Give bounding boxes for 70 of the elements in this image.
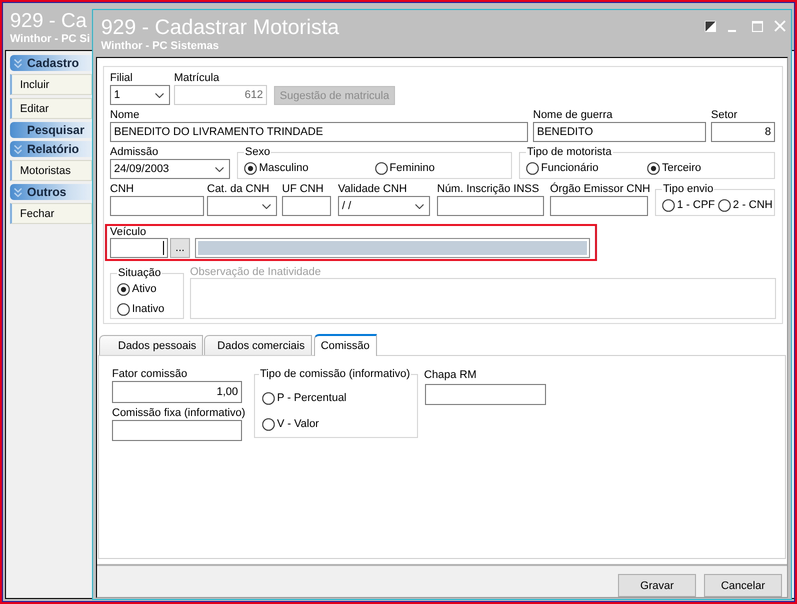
caret-icon bbox=[262, 204, 271, 208]
window-title: 929 - Ca bbox=[10, 9, 87, 33]
tab[interactable]: Dados pessoais bbox=[99, 335, 204, 355]
combo-box[interactable]: 1 bbox=[110, 85, 170, 105]
radio-option[interactable]: Masculino bbox=[244, 159, 309, 177]
field-label: Fator comissão bbox=[112, 367, 188, 381]
field-label: Comissão fixa (informativo) bbox=[112, 406, 246, 420]
field-label: Veículo bbox=[110, 226, 146, 238]
field-label: Validade CNH bbox=[338, 182, 407, 196]
input-field[interactable]: 1,00 bbox=[112, 381, 242, 403]
input-field[interactable] bbox=[112, 420, 242, 441]
radio-option[interactable]: Inativo bbox=[117, 300, 164, 318]
save-button[interactable]: Gravar bbox=[618, 574, 696, 597]
field-label: Setor bbox=[711, 108, 738, 122]
caret-icon bbox=[415, 204, 424, 208]
input-field[interactable]: 8 bbox=[711, 122, 775, 142]
sidebar-group-header[interactable]: Pesquisar bbox=[10, 122, 92, 138]
combo-box[interactable]: 24/09/2003 bbox=[110, 159, 230, 179]
input-field[interactable] bbox=[282, 196, 331, 216]
field-label: Nome de guerra bbox=[533, 108, 612, 122]
radio-option[interactable]: Funcionário bbox=[526, 159, 598, 177]
cancel-button[interactable]: Cancelar bbox=[704, 574, 782, 597]
tab[interactable]: Dados comerciais bbox=[204, 335, 312, 355]
dialog-subtitle: Winthor - PC Sistemas bbox=[101, 40, 219, 53]
radio-option[interactable]: Ativo bbox=[117, 280, 156, 298]
sidebar-item[interactable]: Motoristas bbox=[10, 160, 92, 181]
field-label: Filial bbox=[110, 71, 133, 85]
field-label: Matrícula bbox=[174, 71, 220, 85]
field-label: CNH bbox=[110, 182, 134, 196]
input-field[interactable] bbox=[110, 196, 204, 216]
sidebar-item[interactable]: Fechar bbox=[10, 203, 92, 224]
sidebar-item[interactable]: Editar bbox=[10, 98, 92, 119]
dialog-title: 929 - Cadastrar Motorista bbox=[101, 16, 340, 40]
sidebar-group-header[interactable]: Outros bbox=[10, 184, 92, 200]
input-field[interactable] bbox=[110, 238, 168, 258]
split-square-icon[interactable] bbox=[705, 21, 716, 32]
field-label: Núm. Inscrição INSS bbox=[437, 182, 540, 196]
input-field[interactable] bbox=[437, 196, 544, 216]
field-label: Chapa RM bbox=[424, 368, 477, 382]
input-field[interactable]: BENEDITO DO LIVRAMENTO TRINDADE bbox=[110, 122, 528, 142]
tab[interactable]: Comissão bbox=[314, 334, 377, 356]
field-label: UF CNH bbox=[282, 182, 324, 196]
group-label: Tipo envio bbox=[662, 182, 714, 196]
group-label: Tipo de motorista bbox=[526, 145, 613, 159]
window-subtitle: Winthor - PC Si bbox=[10, 33, 90, 46]
sidebar-group-header[interactable]: Cadastro bbox=[10, 55, 92, 71]
field-label: Observação de Inatividade bbox=[190, 266, 321, 278]
caret-icon bbox=[155, 92, 164, 98]
group-label: Situação bbox=[117, 266, 162, 280]
radio-option[interactable]: 1 - CPF bbox=[662, 196, 715, 214]
radio-option[interactable]: Terceiro bbox=[647, 159, 702, 177]
radio-option[interactable]: Feminino bbox=[374, 159, 435, 177]
combo-box[interactable] bbox=[207, 196, 277, 216]
radio-option[interactable]: V - Valor bbox=[262, 415, 319, 433]
input-field[interactable] bbox=[550, 196, 648, 216]
field-label: Admissão bbox=[110, 145, 158, 159]
field-label: Órgão Emissor CNH bbox=[550, 182, 650, 196]
radio-option[interactable]: 2 - CNH bbox=[718, 196, 773, 214]
sidebar-group-header[interactable]: Relatório bbox=[10, 141, 92, 157]
lookup-button[interactable]: ... bbox=[170, 238, 190, 258]
caret-icon bbox=[215, 166, 224, 172]
sidebar-item[interactable]: Incluir bbox=[10, 74, 92, 95]
input-field[interactable] bbox=[425, 384, 546, 405]
field-label: Nome bbox=[110, 108, 140, 122]
combo-box[interactable]: / / bbox=[338, 196, 430, 216]
input-field[interactable]: BENEDITO bbox=[533, 122, 706, 142]
group-label: Sexo bbox=[244, 145, 272, 159]
group-label: Tipo de comissão (informativo) bbox=[259, 367, 411, 381]
radio-option[interactable]: P - Percentual bbox=[262, 389, 347, 407]
field-label: Cat. da CNH bbox=[207, 182, 270, 196]
